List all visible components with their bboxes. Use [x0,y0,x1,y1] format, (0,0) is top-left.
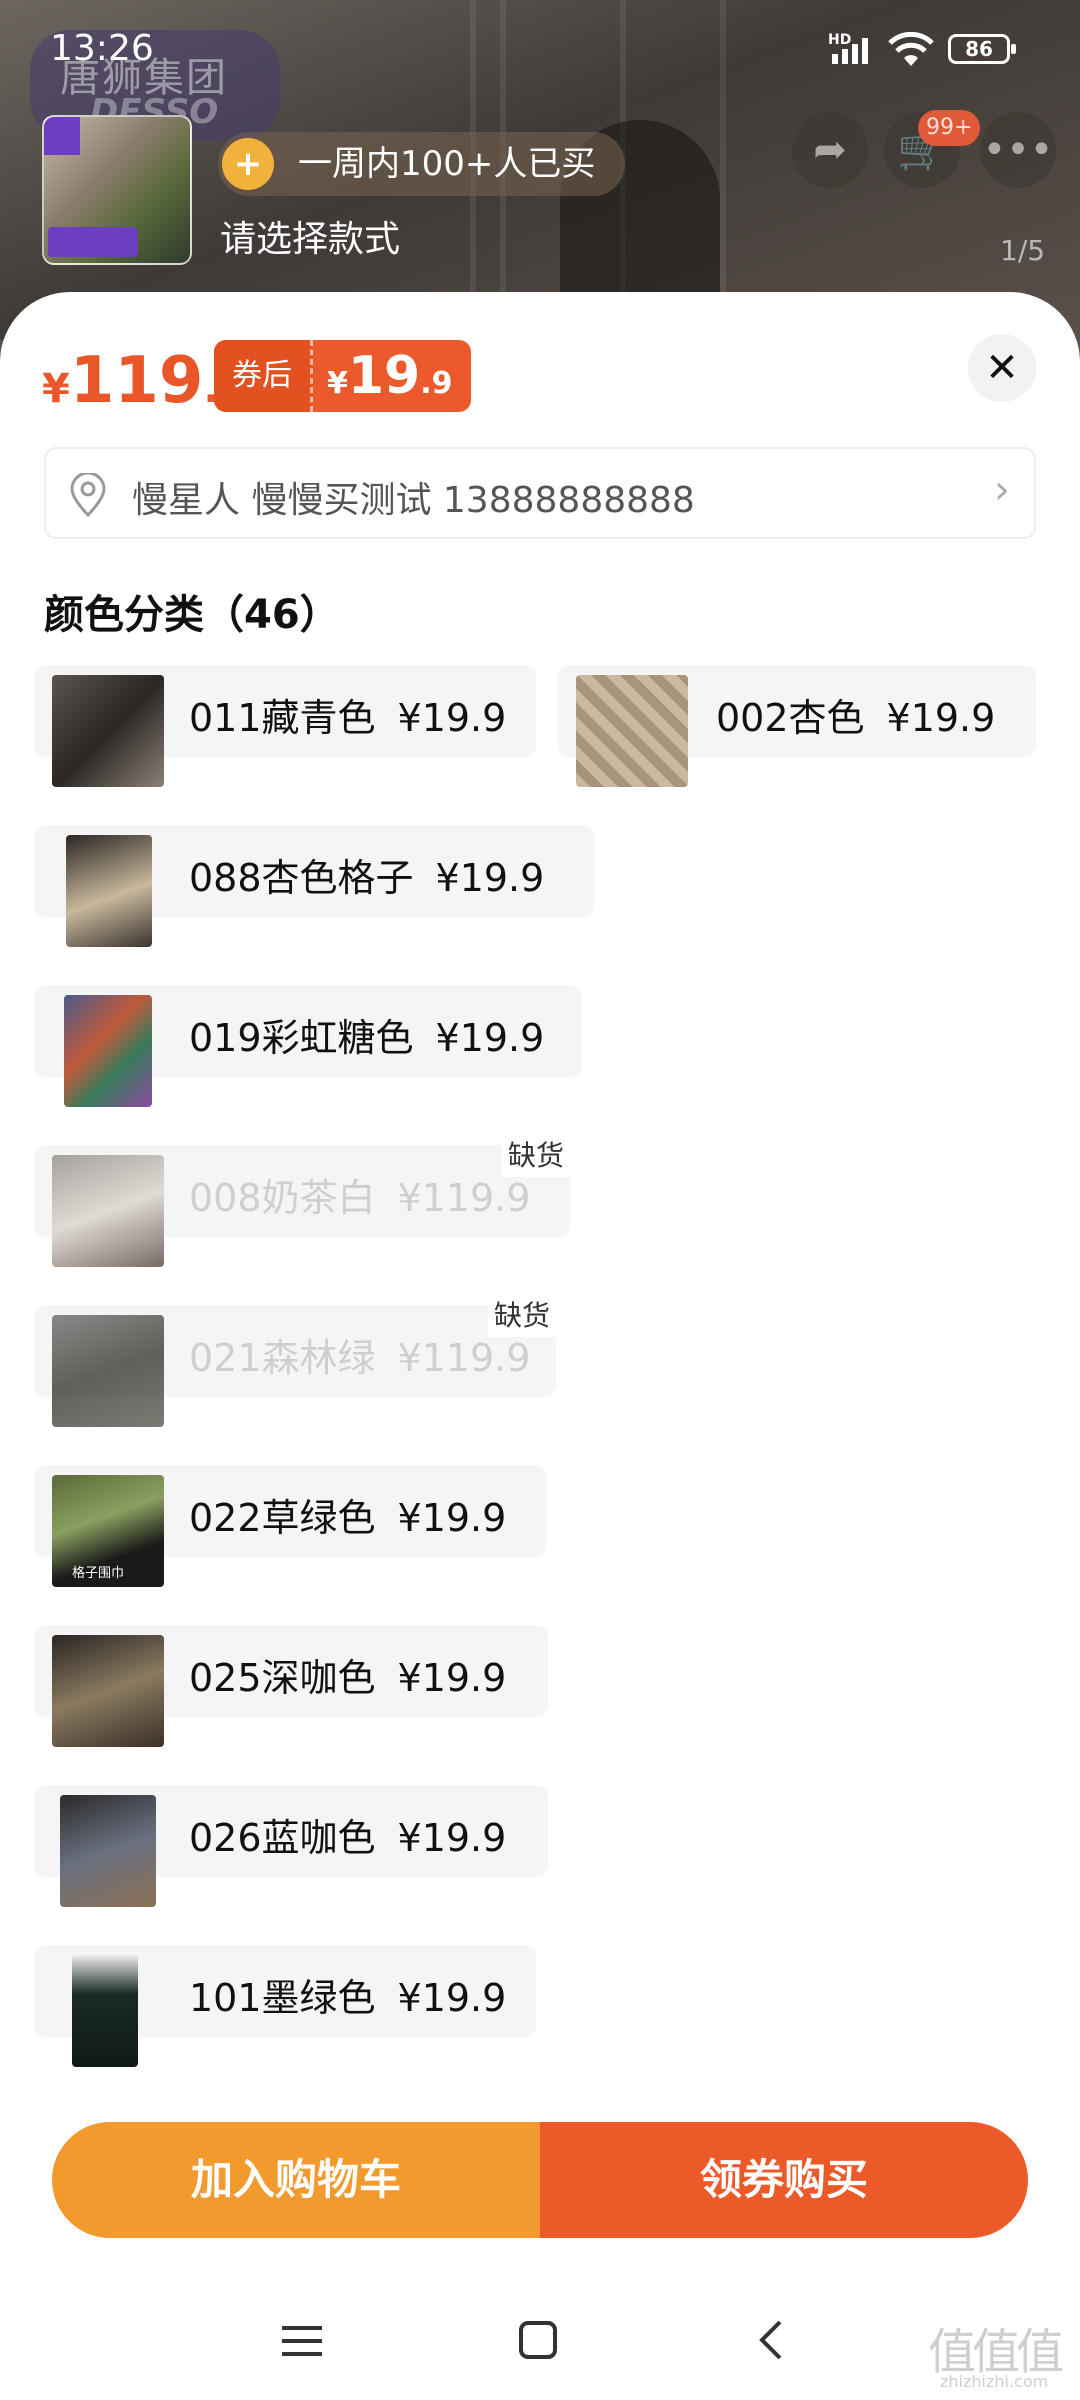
sku-name: 019彩虹糖色 [189,1016,414,1060]
sku-label: 021森林绿 ¥119.9 [189,1327,531,1382]
sku-price: ¥19.9 [435,1016,545,1060]
sku-option-out-of-stock[interactable]: 021森林绿 ¥119.9 缺货 [34,1295,556,1427]
sku-image [52,675,164,787]
buyers-count-pill: + 一周内100+人已买 [218,132,626,196]
system-nav-bar [0,2280,1080,2400]
sku-image [66,835,152,947]
coupon-price: ¥19.9 [313,346,471,406]
sku-name: 011藏青色 [189,696,376,740]
sku-label: 026蓝咖色 ¥19.9 [189,1807,506,1862]
sku-price: ¥19.9 [397,1976,507,2020]
sku-option[interactable]: 019彩虹糖色 ¥19.9 [34,985,582,1107]
chevron-right-icon: › [994,467,1010,513]
sku-name: 025深咖色 [189,1656,376,1700]
address-text: 慢星人 慢慢买测试 13888888888 [132,480,695,521]
close-button[interactable]: ✕ [968,334,1036,402]
out-of-stock-badge: 缺货 [501,1135,570,1177]
wifi-icon [888,32,934,66]
out-of-stock-badge: 缺货 [487,1295,556,1337]
sku-option[interactable]: 026蓝咖色 ¥19.9 [34,1785,548,1907]
coupon-price-dec: .9 [420,366,453,401]
location-pin-icon [70,473,106,517]
address-selector[interactable]: 慢星人 慢慢买测试 13888888888 › [44,447,1036,539]
sku-price: ¥19.9 [397,1496,507,1540]
color-category-title: 颜色分类（46） [44,592,340,638]
sku-name: 008奶茶白 [189,1176,376,1220]
selected-product-thumbnail[interactable] [42,115,192,265]
sku-label: 022草绿色 ¥19.9 [189,1487,506,1542]
status-time: 13:26 [50,28,154,69]
coupon-currency-symbol: ¥ [327,366,348,401]
cart-badge: 99+ [918,110,981,146]
sku-image [52,1315,164,1427]
thumbnail-tag [48,227,138,257]
close-icon: ✕ [985,345,1019,391]
battery-icon: 86 [948,34,1016,64]
thumbnail-badge [44,117,80,155]
sku-option[interactable]: 002杏色 ¥19.9 [558,665,1036,787]
select-style-prompt: 请选择款式 [220,219,401,260]
sku-name: 022草绿色 [189,1496,376,1540]
more-icon[interactable]: ••• [980,112,1056,188]
sku-label: 088杏色格子 ¥19.9 [189,847,544,902]
sku-label: 019彩虹糖色 ¥19.9 [189,1007,544,1062]
sku-selection-sheet: ¥119.9 券后 ¥19.9 ✕ 慢星人 慢慢买测试 13888888888 … [0,292,1080,2400]
sku-price: ¥19.9 [435,856,545,900]
sku-image-caption: 格子围巾 [72,1566,125,1581]
home-icon[interactable] [518,2320,558,2360]
sku-option[interactable]: 088杏色格子 ¥19.9 [34,825,594,947]
sku-image [64,995,152,1107]
buy-with-coupon-button[interactable]: 领券购买 [540,2122,1028,2238]
sku-label: 011藏青色 ¥19.9 [189,687,506,742]
sku-name: 002杏色 [716,696,865,740]
sku-price: ¥19.9 [886,696,996,740]
sku-label: 025深咖色 ¥19.9 [189,1647,506,1702]
sku-price: ¥119.9 [397,1336,531,1380]
menu-icon[interactable] [282,2324,322,2358]
sku-option[interactable]: 011藏青色 ¥19.9 [34,665,536,787]
sku-label: 101墨绿色 ¥19.9 [189,1967,506,2022]
sku-option-out-of-stock[interactable]: 008奶茶白 ¥119.9 缺货 [34,1135,570,1267]
battery-level: 86 [965,37,993,61]
buyers-text: 一周内100+人已买 [298,144,596,184]
sku-option[interactable]: 101墨绿色 ¥19.9 [34,1945,536,2067]
sku-price: ¥19.9 [397,1656,507,1700]
add-to-cart-button[interactable]: 加入购物车 [52,2122,540,2238]
sku-image [52,1635,164,1747]
sku-image [72,1955,138,2067]
coupon-price-pill: 券后 ¥19.9 [214,340,471,412]
plus-bag-icon: + [222,138,274,190]
sku-name: 101墨绿色 [189,1976,376,2020]
sku-label: 002杏色 ¥19.9 [716,687,995,742]
sku-label: 008奶茶白 ¥119.9 [189,1167,531,1222]
sku-image [576,675,688,787]
sku-image [60,1795,156,1907]
share-icon[interactable]: ➦ [792,112,868,188]
status-bar: 13:26 HD 86 [0,0,1080,100]
back-icon[interactable] [756,2318,786,2362]
sku-image [52,1155,164,1267]
sku-price: ¥19.9 [397,1816,507,1860]
sku-image: 格子围巾 [52,1475,164,1587]
sku-option[interactable]: 格子围巾 022草绿色 ¥19.9 [34,1465,546,1587]
sku-name: 088杏色格子 [189,856,414,900]
sku-name: 026蓝咖色 [189,1816,376,1860]
sku-price: ¥119.9 [397,1176,531,1220]
watermark-url: zhizhizhi.com [940,2372,1049,2391]
currency-symbol: ¥ [42,366,70,412]
signal-icon [832,38,868,64]
sku-option[interactable]: 025深咖色 ¥19.9 [34,1625,548,1747]
sku-name: 021森林绿 [189,1336,376,1380]
coupon-label: 券后 [214,340,313,412]
coupon-price-int: 19 [347,346,421,406]
original-price-int: 119 [69,344,204,418]
image-page-indicator: 1/5 [1000,234,1046,267]
sku-price: ¥19.9 [397,696,507,740]
